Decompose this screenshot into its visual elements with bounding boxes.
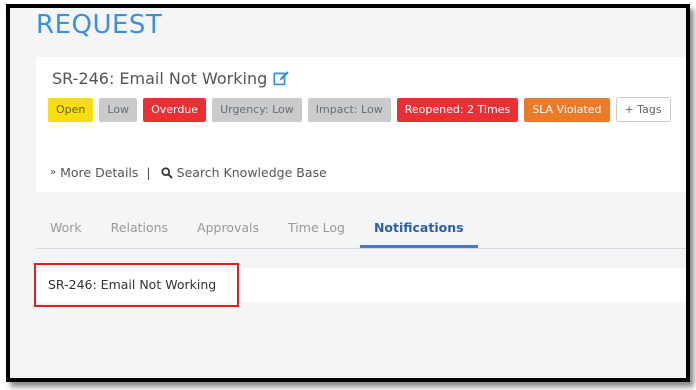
search-icon[interactable]	[161, 166, 173, 179]
link-separator: |	[146, 165, 151, 180]
tag-reopened[interactable]: Reopened: 2 Times	[396, 97, 519, 122]
highlight-box	[34, 263, 239, 307]
request-header-card: SR-246: Email Not Working Open Low Overd…	[36, 57, 686, 192]
request-title: SR-246: Email Not Working	[52, 69, 268, 88]
tab-approvals[interactable]: Approvals	[183, 212, 273, 248]
add-tags-button[interactable]: + Tags	[615, 97, 671, 122]
tag-impact[interactable]: Impact: Low	[307, 97, 391, 122]
tag-urgency[interactable]: Urgency: Low	[212, 97, 302, 122]
edit-icon[interactable]	[273, 70, 290, 87]
double-chevron-down-icon[interactable]: »	[50, 167, 56, 178]
screenshot-frame: REQUEST SR-246: Email Not Working Open L…	[6, 4, 690, 382]
tag-priority-low[interactable]: Low	[99, 97, 138, 122]
tab-time-log[interactable]: Time Log	[274, 212, 359, 248]
tag-sla-violated[interactable]: SLA Violated	[524, 97, 610, 122]
tab-work[interactable]: Work	[36, 212, 96, 248]
more-details-link[interactable]: More Details	[60, 165, 138, 180]
tag-overdue[interactable]: Overdue	[143, 97, 207, 122]
tag-list: Open Low Overdue Urgency: Low Impact: Lo…	[48, 97, 671, 122]
page-title: REQUEST	[36, 10, 163, 40]
search-knowledge-base-link[interactable]: Search Knowledge Base	[177, 165, 327, 180]
tab-relations[interactable]: Relations	[97, 212, 182, 248]
tag-status-open[interactable]: Open	[48, 97, 94, 122]
request-tabs: Work Relations Approvals Time Log Notifi…	[36, 212, 686, 249]
tab-notifications[interactable]: Notifications	[359, 212, 478, 248]
detail-links: » More Details | Search Knowledge Base	[50, 165, 327, 180]
request-title-row: SR-246: Email Not Working	[52, 69, 290, 88]
